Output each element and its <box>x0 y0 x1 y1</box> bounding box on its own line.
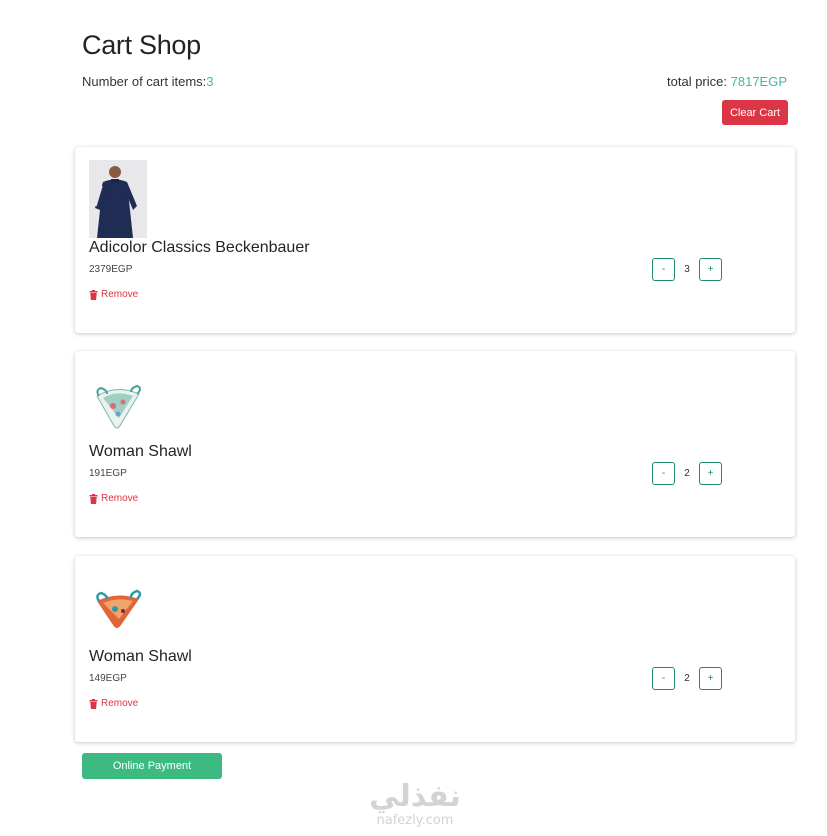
trash-icon <box>89 289 98 300</box>
cart-count: Number of cart items:3 <box>82 74 214 89</box>
product-price: 2379EGP <box>89 264 133 275</box>
total-price-value: 7817EGP <box>730 74 787 89</box>
trash-icon <box>89 493 98 504</box>
cart-page: Cart Shop Number of cart items:3 total p… <box>0 0 827 836</box>
decrease-button[interactable]: - <box>652 462 675 485</box>
remove-label: Remove <box>101 289 139 300</box>
watermark-arabic: نفذلي <box>369 779 461 814</box>
watermark-logo: نفذلي nafezly.com <box>350 780 480 828</box>
cart-item: Adicolor Classics Beckenbauer 2379EGP Re… <box>75 147 795 333</box>
quantity-value: 2 <box>684 673 690 684</box>
quantity-stepper: - 2 + <box>652 667 722 690</box>
remove-button[interactable]: Remove <box>89 289 138 300</box>
increase-button[interactable]: + <box>699 462 722 485</box>
trash-icon <box>89 698 98 709</box>
quantity-stepper: - 3 + <box>652 258 722 281</box>
increase-button[interactable]: + <box>699 667 722 690</box>
decrease-button[interactable]: - <box>652 667 675 690</box>
product-price: 191EGP <box>89 468 127 479</box>
total-price-label: total price: <box>667 74 727 89</box>
product-name: Adicolor Classics Beckenbauer <box>89 239 310 256</box>
cart-count-value: 3 <box>206 74 214 89</box>
product-name: Woman Shawl <box>89 648 192 665</box>
remove-button[interactable]: Remove <box>89 493 138 504</box>
cart-count-label: Number of cart items: <box>82 74 207 89</box>
product-name: Woman Shawl <box>89 443 192 460</box>
product-image <box>89 569 147 647</box>
remove-button[interactable]: Remove <box>89 698 138 709</box>
clear-cart-button[interactable]: Clear Cart <box>722 100 788 125</box>
product-image <box>89 160 147 238</box>
quantity-value: 3 <box>684 264 690 275</box>
watermark-latin: nafezly.com <box>376 813 454 828</box>
remove-label: Remove <box>101 493 139 504</box>
product-price: 149EGP <box>89 673 127 684</box>
page-title: Cart Shop <box>82 30 201 60</box>
cart-item: Woman Shawl 191EGP Remove - 2 + <box>75 351 795 537</box>
quantity-stepper: - 2 + <box>652 462 722 485</box>
total-price: total price: 7817EGP <box>667 74 787 89</box>
online-payment-button[interactable]: Online Payment <box>82 753 222 779</box>
decrease-button[interactable]: - <box>652 258 675 281</box>
remove-label: Remove <box>101 698 139 709</box>
increase-button[interactable]: + <box>699 258 722 281</box>
product-image <box>89 364 147 442</box>
quantity-value: 2 <box>684 468 690 479</box>
cart-item: Woman Shawl 149EGP Remove - 2 + <box>75 556 795 742</box>
